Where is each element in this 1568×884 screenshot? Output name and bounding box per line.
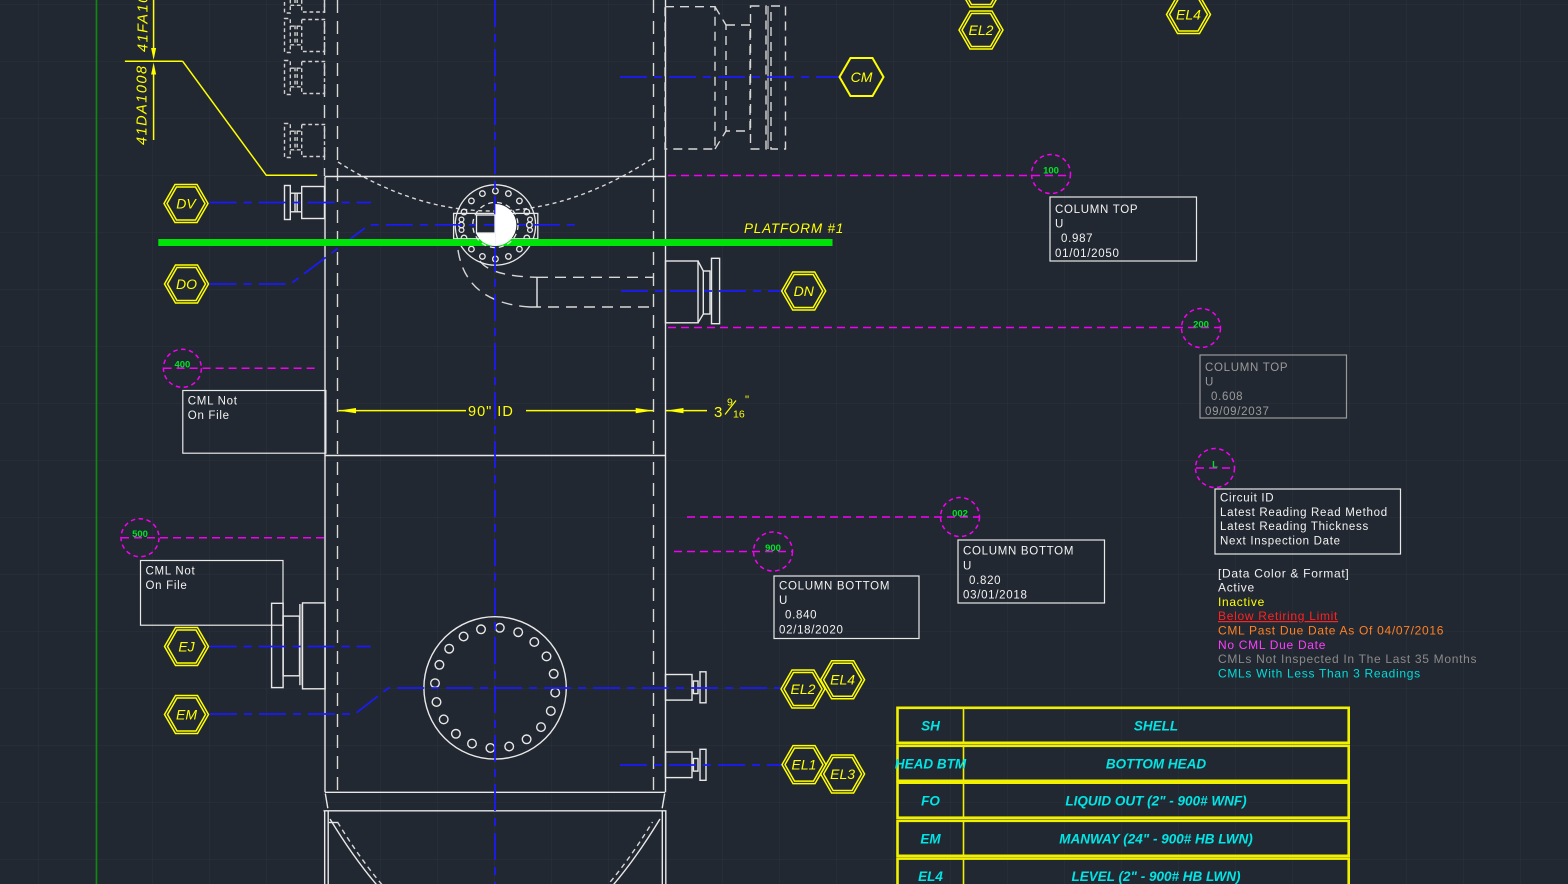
svg-text:SH: SH [921, 718, 940, 733]
svg-text:900: 900 [765, 543, 781, 554]
svg-text:0.608: 0.608 [1211, 391, 1243, 403]
svg-text:EJ: EJ [178, 639, 195, 655]
svg-text:EL1: EL1 [792, 757, 817, 773]
svg-text:L: L [1212, 460, 1218, 471]
svg-text:HEAD BTM: HEAD BTM [895, 756, 967, 771]
svg-text:400: 400 [174, 360, 190, 371]
svg-text:DV: DV [176, 196, 197, 212]
svg-text:[Data Color & Format]: [Data Color & Format] [1218, 567, 1349, 581]
svg-text:100: 100 [1043, 166, 1059, 177]
svg-text:COLUMN TOP: COLUMN TOP [1055, 204, 1138, 216]
svg-text:EL2: EL2 [791, 681, 816, 697]
svg-text:90" ID: 90" ID [468, 404, 514, 420]
svg-text:DO: DO [176, 276, 197, 292]
svg-text:0.840: 0.840 [785, 610, 817, 622]
svg-text:0.820: 0.820 [969, 575, 1001, 587]
svg-text:LEVEL (2" - 900# HB LWN): LEVEL (2" - 900# HB LWN) [1072, 869, 1241, 884]
svg-text:CMLs Not Inspected In The Last: CMLs Not Inspected In The Last 35 Months [1218, 652, 1477, 666]
svg-text:EL4: EL4 [830, 672, 855, 688]
svg-text:On File: On File [146, 580, 188, 592]
svg-text:DN: DN [794, 283, 815, 299]
svg-text:LIQUID OUT (2" - 900# WNF): LIQUID OUT (2" - 900# WNF) [1065, 793, 1247, 808]
svg-text:41DA1008: 41DA1008 [135, 64, 151, 145]
svg-text:Latest Reading Read Method: Latest Reading Read Method [1220, 507, 1388, 519]
svg-text:BOTTOM HEAD: BOTTOM HEAD [1106, 756, 1206, 771]
svg-text:16: 16 [733, 409, 745, 421]
svg-text:COLUMN TOP: COLUMN TOP [1205, 362, 1288, 374]
svg-text:Latest Reading Thickness: Latest Reading Thickness [1220, 521, 1369, 533]
svg-text:U: U [1055, 219, 1064, 231]
svg-text:MANWAY (24" - 900# HB LWN): MANWAY (24" - 900# HB LWN) [1059, 831, 1253, 846]
svg-text:On File: On File [188, 410, 230, 422]
svg-text:EM: EM [920, 831, 941, 846]
svg-text:U: U [963, 560, 972, 572]
svg-text:COLUMN BOTTOM: COLUMN BOTTOM [779, 581, 890, 593]
svg-text:U: U [779, 595, 788, 607]
svg-text:01/01/2050: 01/01/2050 [1055, 248, 1120, 260]
svg-text:500: 500 [132, 529, 148, 540]
svg-text:CML Past Due Date As Of 04/07/: CML Past Due Date As Of 04/07/2016 [1218, 624, 1444, 638]
svg-text:09/09/2037: 09/09/2037 [1205, 406, 1270, 418]
svg-text:200: 200 [1193, 320, 1209, 331]
svg-text:COLUMN BOTTOM: COLUMN BOTTOM [963, 546, 1074, 558]
svg-text:9: 9 [727, 397, 733, 409]
svg-text:EL2: EL2 [969, 22, 994, 38]
svg-text:EL3: EL3 [830, 766, 855, 782]
svg-text:Next Inspection Date: Next Inspection Date [1220, 535, 1341, 547]
svg-text:03/01/2018: 03/01/2018 [963, 590, 1028, 602]
svg-text:Below Retiring Limit: Below Retiring Limit [1218, 609, 1338, 623]
svg-text:CML Not: CML Not [188, 395, 238, 407]
svg-text:No CML Due Date: No CML Due Date [1218, 638, 1326, 652]
svg-text:41FA1008: 41FA1008 [136, 0, 152, 52]
svg-text:FO: FO [921, 793, 940, 808]
svg-text:PLATFORM #1: PLATFORM #1 [744, 221, 844, 236]
svg-text:": " [745, 395, 749, 407]
svg-text:U: U [1205, 377, 1214, 389]
svg-text:CMLs With Less Than 3 Readings: CMLs With Less Than 3 Readings [1218, 667, 1421, 681]
svg-text:Circuit ID: Circuit ID [1220, 493, 1274, 505]
svg-text:002: 002 [952, 509, 968, 520]
svg-text:EM: EM [176, 707, 197, 723]
svg-text:Inactive: Inactive [1218, 595, 1265, 609]
svg-text:Active: Active [1218, 581, 1255, 595]
svg-text:CML Not: CML Not [146, 566, 196, 578]
svg-text:02/18/2020: 02/18/2020 [779, 624, 844, 636]
svg-text:EL4: EL4 [918, 869, 943, 884]
svg-text:3: 3 [714, 404, 722, 421]
svg-text:CM: CM [851, 69, 873, 85]
svg-text:0.987: 0.987 [1061, 233, 1093, 245]
svg-text:SHELL: SHELL [1134, 718, 1178, 733]
svg-text:EL4: EL4 [1176, 7, 1201, 23]
